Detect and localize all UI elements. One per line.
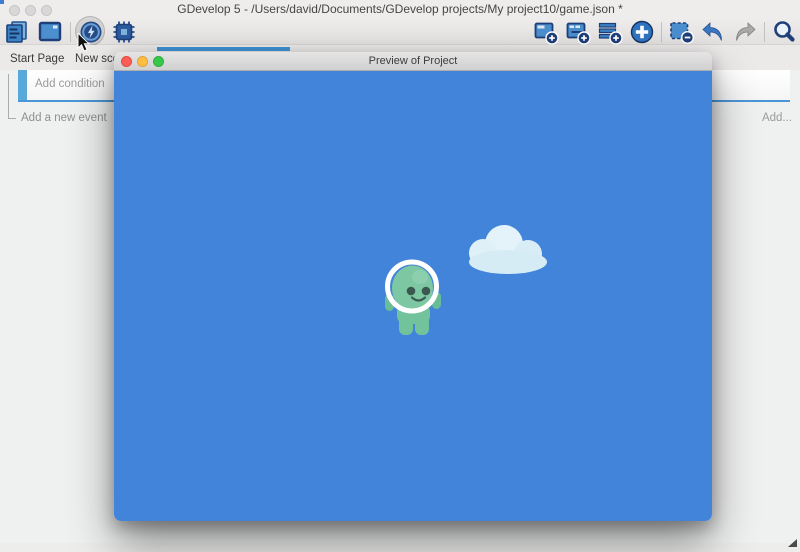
project-manager-icon[interactable] xyxy=(4,19,30,45)
preview-window[interactable]: Preview of Project xyxy=(114,52,712,521)
main-toolbar xyxy=(0,18,800,45)
tab-start-page[interactable]: Start Page xyxy=(10,53,64,65)
undo-icon[interactable] xyxy=(700,19,726,45)
event-tree-line xyxy=(8,74,9,118)
add-event-icon[interactable] xyxy=(533,19,559,45)
mouse-cursor xyxy=(77,33,90,57)
add-sub-event-icon[interactable] xyxy=(565,19,591,45)
window-title: GDevelop 5 - /Users/david/Documents/GDev… xyxy=(0,2,800,16)
preview-titlebar[interactable]: Preview of Project xyxy=(114,52,712,71)
search-icon[interactable] xyxy=(771,19,797,45)
active-tab-indicator xyxy=(157,47,290,51)
add-action-link[interactable]: Add... xyxy=(762,112,792,124)
alien-player-sprite xyxy=(385,262,441,335)
preview-window-title: Preview of Project xyxy=(114,55,712,67)
choose-add-event-icon[interactable] xyxy=(629,19,655,45)
scene-editor-icon[interactable] xyxy=(37,19,63,45)
event-drag-handle[interactable] xyxy=(18,70,27,100)
toolbar-separator xyxy=(764,22,765,42)
cloud-sprite xyxy=(469,225,547,274)
delete-event-icon[interactable] xyxy=(668,19,694,45)
toolbar-separator xyxy=(661,22,662,42)
event-tree-line xyxy=(8,118,16,119)
main-titlebar: GDevelop 5 - /Users/david/Documents/GDev… xyxy=(0,0,800,18)
redo-icon[interactable] xyxy=(732,19,758,45)
toolbar-separator xyxy=(70,22,71,42)
add-other-event-icon[interactable] xyxy=(597,19,623,45)
bottom-right-artifact xyxy=(788,534,797,552)
debugger-icon[interactable] xyxy=(111,19,137,45)
add-new-event-link[interactable]: Add a new event xyxy=(21,112,107,124)
corner-artifact xyxy=(0,0,4,4)
game-canvas[interactable] xyxy=(114,71,712,521)
